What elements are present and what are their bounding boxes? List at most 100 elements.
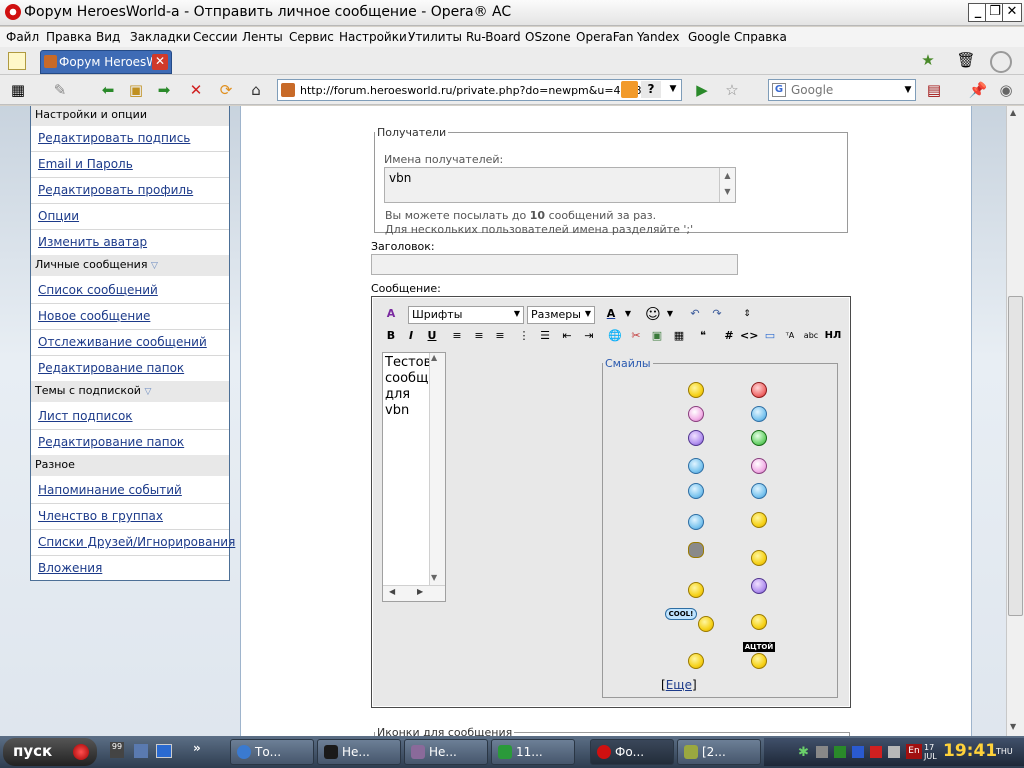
notes-icon[interactable] [8,52,26,70]
size-select[interactable]: Размеры ▼ [527,306,595,324]
html-icon[interactable]: <> [740,327,758,345]
sidebar-link-edit-signature[interactable]: Редактировать подпись [38,131,190,145]
smilie-smile-icon[interactable] [688,382,704,398]
search-field[interactable]: G ▼ [768,79,916,101]
recipients-value[interactable]: vbn [389,171,411,185]
more-smilies-link-text[interactable]: Еще [666,678,692,692]
menu-oszone[interactable]: OSzone [525,30,571,44]
insert-smilie-icon[interactable]: ☺ [644,305,662,323]
save-icon[interactable] [134,744,148,758]
smilie-happy-icon[interactable] [751,406,767,422]
smilie-neutral-icon[interactable] [688,653,704,669]
smilie-actoy-icon[interactable] [751,653,767,669]
taskbar-item[interactable]: То... [230,739,314,765]
home-icon[interactable]: ⌂ [246,80,266,100]
sidebar-link-attachments[interactable]: Вложения [38,561,102,575]
smilie-grin-icon[interactable] [751,430,767,446]
smilie-laugh-icon[interactable] [751,550,767,566]
align-left-icon[interactable]: ≡ [448,327,466,345]
tray-icon[interactable] [816,746,828,758]
redo-icon[interactable]: ↷ [708,305,726,323]
hide-icon[interactable]: НЛ [824,327,842,345]
info-icon[interactable]: ? [641,81,661,98]
taskbar-item-active[interactable]: Фо... [590,739,674,765]
go-icon[interactable]: ▶ [692,80,712,100]
font-select[interactable]: Шрифты ▼ [408,306,524,324]
sidebar-link-email-password[interactable]: Email и Пароль [38,157,133,171]
subject-input[interactable] [371,254,738,275]
smilie-eek-icon[interactable] [688,514,704,530]
search-dropdown-icon[interactable]: ▼ [901,81,915,99]
smilie-cool-icon[interactable] [751,483,767,499]
smilie-sad-icon[interactable] [688,430,704,446]
tray-icon[interactable] [834,746,846,758]
menu-settings[interactable]: Настройки [339,30,407,44]
pin-icon[interactable]: 📌 [968,80,988,100]
smilie-devil-icon[interactable] [751,578,767,594]
message-textarea[interactable]: Тестов сообщ для vbn ▲ ▼ ◀ ▶ [382,352,446,602]
tray-icon[interactable]: ✱ [798,745,809,760]
sidebar-link-new-message[interactable]: Новое сообщение [38,309,150,323]
sidebar-link-message-list[interactable]: Список сообщений [38,283,158,297]
menu-help[interactable]: Справка [734,30,787,44]
sidebar-link-edit-folders[interactable]: Редактирование папок [38,361,184,375]
smilie-rolleyes-icon[interactable] [688,483,704,499]
scroll-down-icon[interactable]: ▼ [431,573,437,582]
smilie-confused-icon[interactable] [688,458,704,474]
menu-tools[interactable]: Сервис [289,30,334,44]
quicklaunch-icon[interactable]: 99 [110,742,124,758]
translit-icon[interactable]: ᵀA [781,327,799,345]
eye-icon[interactable]: ◉ [996,80,1016,100]
menu-file[interactable]: Файл [6,30,39,44]
menu-google[interactable]: Google [688,30,730,44]
menu-feeds[interactable]: Ленты [242,30,283,44]
menu-ruboard[interactable]: Ru-Board [466,30,521,44]
stop-icon[interactable]: ✕ [186,80,206,100]
unordered-list-icon[interactable]: ☰ [536,327,554,345]
panels-icon[interactable]: ▦ [8,80,28,100]
cool-speech-bubble-icon[interactable]: COOL! [665,608,697,620]
recipients-scroll-icon[interactable]: ▲ ▼ [719,168,735,202]
tab-forum[interactable]: Форум HeroesW... ✕ [40,50,172,74]
tab-close-icon[interactable]: ✕ [152,54,168,70]
sidebar-link-track-messages[interactable]: Отслеживание сообщений [38,335,207,349]
insert-link-icon[interactable]: 🌐 [606,327,624,345]
scroll-left-icon[interactable]: ◀ [389,587,395,596]
smilie-viking-icon[interactable] [688,542,704,558]
sidebar-link-buddy-ignore-lists[interactable]: Списки Друзей/Игнорирования [38,535,235,549]
close-button[interactable]: ✕ [1002,3,1022,22]
text-color-icon[interactable]: A [602,305,620,323]
chevron-down-icon[interactable]: ▼ [619,305,637,323]
forward-icon[interactable]: ➡ [154,80,174,100]
page-scrollbar[interactable]: ▲ ▼ [1006,106,1024,736]
remove-link-icon[interactable]: ✂ [627,327,645,345]
sidebar-link-subscriptions-list[interactable]: Лист подписок [38,409,133,423]
menu-operafan[interactable]: OperaFan [576,30,634,44]
smilie-wink-icon[interactable] [751,458,767,474]
address-field[interactable]: http://forum.heroesworld.ru/private.php?… [277,79,682,101]
php-icon[interactable]: ▭ [761,327,779,345]
resize-editor-icon[interactable]: ⇕ [738,305,756,323]
undo-icon[interactable]: ↶ [686,305,704,323]
scroll-up-icon[interactable]: ▲ [1010,108,1016,117]
bookmark-star-icon[interactable]: ☆ [722,80,742,100]
actoy-sign-icon[interactable]: АЦТОЙ [743,642,775,652]
language-indicator[interactable]: En [906,744,922,759]
desktop-icon[interactable] [156,744,172,758]
message-line[interactable]: для [385,387,410,402]
bold-icon[interactable]: B [382,327,400,345]
scrollbar-thumb[interactable] [1008,296,1023,616]
align-right-icon[interactable]: ≡ [491,327,509,345]
sidebar-link-edit-profile[interactable]: Редактировать профиль [38,183,193,197]
menu-utilities[interactable]: Утилиты [408,30,462,44]
textarea-vscroll[interactable] [429,353,445,585]
more-smilies-link[interactable]: [Еще] [661,678,697,692]
message-line[interactable]: vbn [385,403,409,418]
address-url[interactable]: http://forum.heroesworld.ru/private.php?… [300,84,642,97]
spellcheck-icon[interactable]: abc [802,327,820,345]
sidebar-link-change-avatar[interactable]: Изменить аватар [38,235,147,249]
menu-view[interactable]: Вид [96,30,120,44]
search-input[interactable] [791,83,899,97]
taskbar-item[interactable]: Не... [317,739,401,765]
address-dropdown-icon[interactable]: ▼ [666,81,680,98]
